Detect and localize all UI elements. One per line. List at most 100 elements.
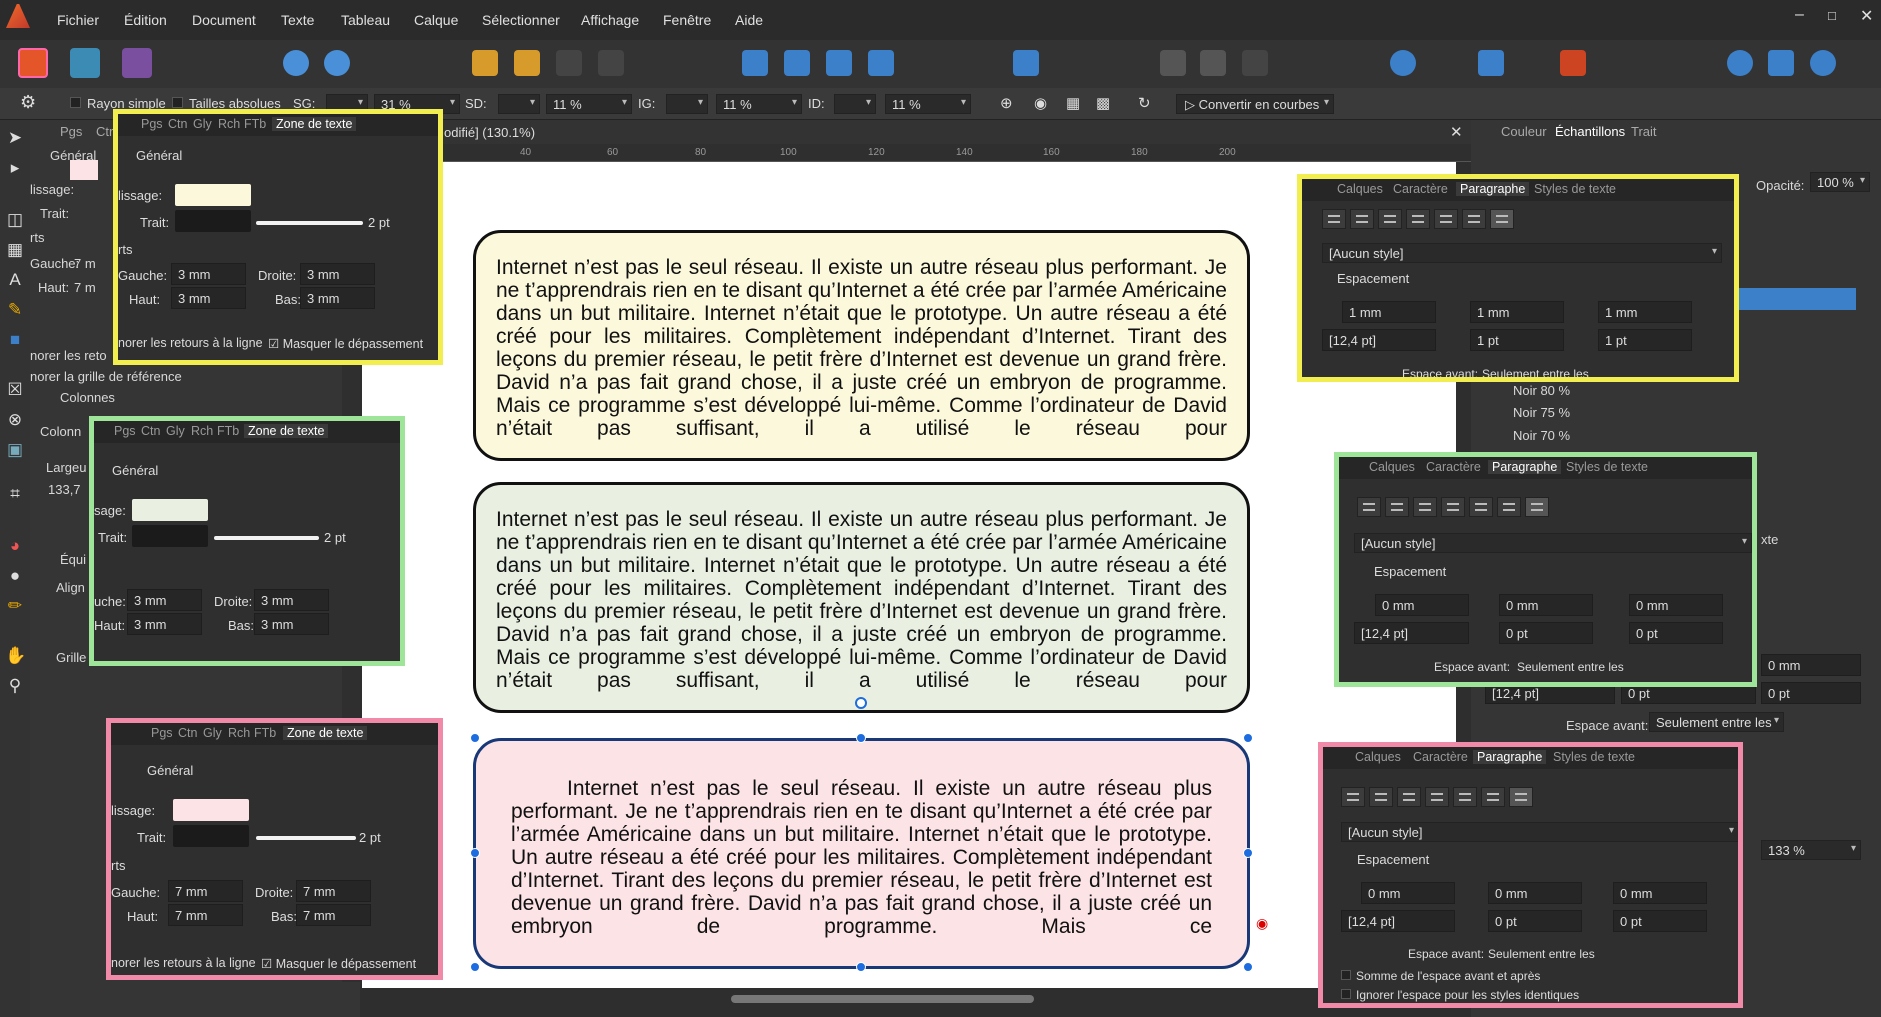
space-after-field[interactable]: 0 pt [1629,622,1723,644]
tab-ctn[interactable]: Ctn [168,117,187,131]
tab-calques[interactable]: Calques [1355,750,1401,764]
stroke-slider[interactable] [256,221,363,225]
tab-zone-de-texte[interactable]: Zone de texte [283,726,368,740]
preview-icon[interactable] [1200,50,1226,76]
menu-calque[interactable]: Calque [414,12,458,28]
selection-handle[interactable] [470,962,480,972]
espace-avant-dropdown[interactable]: Seulement entre les [1517,660,1624,674]
menu-document[interactable]: Document [192,12,256,28]
id-corner-dropdown[interactable] [834,94,876,114]
tab-paragraphe[interactable]: Paragraphe [1473,750,1547,764]
settings-icon[interactable]: ⚙ [20,92,36,113]
rotation-handle[interactable] [855,697,867,709]
sd-value-field[interactable]: 11 % [546,94,632,114]
haut-value[interactable]: 7 m [74,280,96,295]
stroke-swatch[interactable] [173,825,249,847]
ignorer-retours-label[interactable]: norer les retours à la ligne [111,956,256,970]
space-after-field[interactable]: 0 pt [1613,910,1707,932]
fill-swatch[interactable] [70,160,98,180]
tab-caractere[interactable]: Caractère [1393,182,1448,196]
general-section[interactable]: Général [147,763,193,778]
ig-value-field[interactable]: 11 % [716,94,802,114]
space-field-2[interactable]: 0 pt [1761,682,1861,704]
droite-field[interactable]: 7 mm [296,880,371,902]
tab-styles-de-texte[interactable]: Styles de texte [1553,750,1635,764]
table-tool-icon[interactable]: ▦ [5,240,25,260]
tab-gly[interactable]: Gly [203,726,222,740]
crop-tool-icon[interactable]: ⌗ [5,484,25,504]
tab-paragraphe[interactable]: Paragraphe [1488,460,1562,474]
gauche-value[interactable]: 7 m [74,256,96,271]
equi-label[interactable]: Équi [60,552,86,567]
tab-styles-de-texte[interactable]: Styles de texte [1534,182,1616,196]
align-right-icon[interactable] [1378,209,1402,229]
stroke-swatch[interactable] [132,525,208,547]
ignorer-espace-checkbox[interactable]: Ignorer l'espace pour les styles identiq… [1341,988,1579,1002]
hide-icon[interactable] [1390,50,1416,76]
justify-center-icon[interactable] [1434,209,1458,229]
color-picker-tool-icon[interactable]: ◕ [5,536,25,556]
bas-field[interactable]: 3 mm [300,287,375,309]
leading-field[interactable]: [12,4 pt] [1322,329,1436,351]
close-window-icon[interactable]: ✕ [1860,6,1873,26]
right-indent-field[interactable]: 0 mm [1488,882,1582,904]
justify-right-icon[interactable] [1462,209,1486,229]
hand-tool-icon[interactable]: ✋ [5,646,26,666]
assistant-icon[interactable] [1727,50,1753,76]
align-right-icon[interactable] [1413,497,1437,517]
fill-swatch[interactable] [175,184,251,206]
designer-persona-icon[interactable] [70,48,100,78]
tab-trait[interactable]: Trait [1631,124,1657,139]
espacement-section[interactable]: Espacement [1357,852,1429,867]
export-icon[interactable] [1810,50,1836,76]
justify-right-icon[interactable] [1481,787,1505,807]
view-mode-icon[interactable] [1160,50,1186,76]
espacement-section[interactable]: Espacement [1374,564,1446,579]
masquer-depassement-checkbox[interactable]: ☑ Masquer le dépassement [261,956,416,971]
menu-selectionner[interactable]: Sélectionner [482,12,560,28]
spacing-field[interactable]: 0 mm [1761,654,1861,676]
gauche-field[interactable]: 7 mm [168,880,243,902]
align-center-icon[interactable] [1350,209,1374,229]
tab-zone-de-texte[interactable]: Zone de texte [272,117,357,131]
selection-handle[interactable] [856,962,866,972]
leading-field[interactable]: [12,4 pt] [1354,622,1469,644]
tab-ctr[interactable]: Ctr [96,124,113,139]
pen-tool-icon[interactable]: ✎ [5,300,25,320]
rotate-left-icon[interactable] [826,50,852,76]
justify-center-icon[interactable] [1469,497,1493,517]
stroke-swatch[interactable] [175,210,251,232]
menu-texte[interactable]: Texte [281,12,314,28]
selection-handle[interactable] [1243,848,1253,858]
justify-all-icon[interactable] [1509,787,1533,807]
bas-field[interactable]: 7 mm [296,904,371,926]
menu-fenetre[interactable]: Fenêtre [663,12,711,28]
haut-field[interactable]: 3 mm [171,287,246,309]
tab-ftb[interactable]: FTb [244,117,266,131]
document-tab[interactable]: odifié] (130.1%) ✕ [360,120,1471,144]
fill-swatch[interactable] [132,499,208,521]
tab-rch[interactable]: Rch [191,424,213,438]
align-center-icon[interactable] [1385,497,1409,517]
selection-handle[interactable] [470,733,480,743]
sd-corner-dropdown[interactable] [498,94,540,114]
ellipse-frame-tool-icon[interactable]: ⊗ [5,410,25,430]
tab-rch[interactable]: Rch [218,117,240,131]
stroke-slider[interactable] [214,536,319,540]
tab-paragraphe[interactable]: Paragraphe [1456,182,1530,196]
swatch-noir-75[interactable]: Noir 75 % [1513,405,1570,420]
tab-gly[interactable]: Gly [193,117,212,131]
pointer-tool-icon[interactable]: ➤ [5,128,25,148]
minimize-icon[interactable]: – [1795,6,1804,24]
tab-echantillons[interactable]: Échantillons [1555,124,1625,139]
tab-caractere[interactable]: Caractère [1426,460,1481,474]
arrange-forward-icon[interactable] [472,50,498,76]
justify-right-icon[interactable] [1497,497,1521,517]
ignorer-retours-label[interactable]: norer les retours à la ligne [118,336,263,350]
left-indent-field[interactable]: 0 mm [1375,594,1469,616]
opacite-field[interactable]: 100 % [1810,172,1870,192]
selection-handle[interactable] [1243,733,1253,743]
grid-icon[interactable]: ▦ [1066,94,1080,112]
espacement-section[interactable]: Espacement [1337,271,1409,286]
target-icon[interactable]: ⊕ [1000,94,1013,112]
